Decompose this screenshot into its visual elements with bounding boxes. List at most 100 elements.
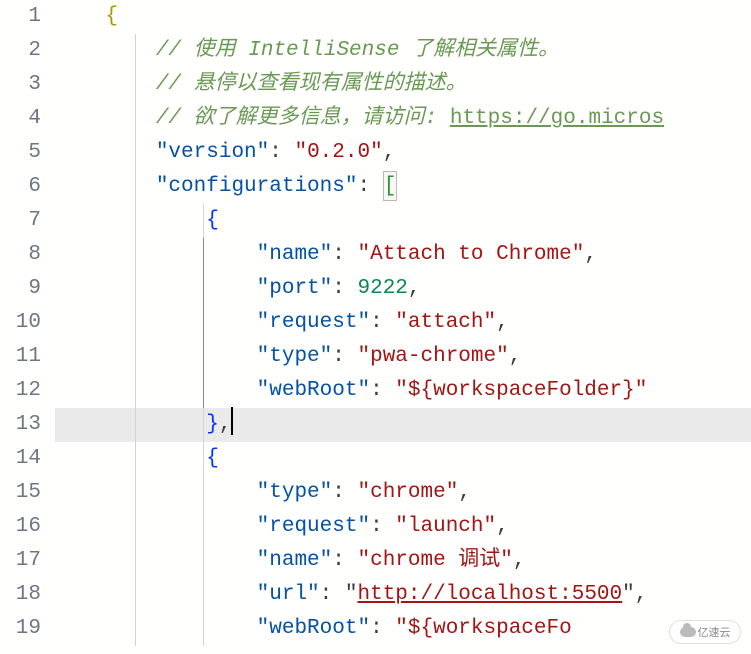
- watermark-text: 亿速云: [698, 624, 731, 640]
- line-number: 11: [0, 340, 41, 374]
- code-text: "url": "http://localhost:5500",: [55, 583, 647, 606]
- code-line[interactable]: "version": "0.2.0",: [55, 136, 751, 170]
- token-brace: {: [206, 209, 219, 232]
- token-string: "${workspaceFolder}": [395, 379, 647, 402]
- line-number: 19: [0, 612, 41, 646]
- indent-guide: [135, 510, 136, 544]
- code-line[interactable]: "url": "http://localhost:5500",: [55, 578, 751, 612]
- token-comment: // 使用 IntelliSense 了解相关属性。: [156, 39, 559, 62]
- line-number: 17: [0, 544, 41, 578]
- line-number: 4: [0, 102, 41, 136]
- indent-guide: [203, 476, 204, 510]
- token-comment: // 欲了解更多信息，请访问:: [156, 107, 450, 130]
- code-text: "type": "chrome",: [55, 481, 471, 504]
- line-number: 12: [0, 374, 41, 408]
- indent-guide: [135, 306, 136, 340]
- token-colon: :: [370, 515, 395, 538]
- code-line[interactable]: "request": "attach",: [55, 306, 751, 340]
- indent-guide: [135, 238, 136, 272]
- line-number: 15: [0, 476, 41, 510]
- code-area[interactable]: { // 使用 IntelliSense 了解相关属性。 // 悬停以查看现有属…: [55, 0, 751, 654]
- code-line[interactable]: // 悬停以查看现有属性的描述。: [55, 68, 751, 102]
- code-editor[interactable]: 12345678910111213141516171819 { // 使用 In…: [0, 0, 751, 654]
- line-number: 5: [0, 136, 41, 170]
- token-key: "name": [257, 243, 333, 266]
- code-text: "name": "Attach to Chrome",: [55, 243, 597, 266]
- token-brace: }: [206, 413, 219, 436]
- token-key: "name": [257, 549, 333, 572]
- token-key: "configurations": [156, 175, 358, 198]
- code-text: },: [55, 413, 233, 436]
- token-string: "chrome": [357, 481, 458, 504]
- code-line[interactable]: {: [55, 204, 751, 238]
- code-line[interactable]: "webRoot": "${workspaceFo: [55, 612, 751, 646]
- token-brace: {: [206, 447, 219, 470]
- token-key: "webRoot": [257, 617, 370, 640]
- token-url: https://go.micros: [450, 107, 664, 130]
- indent-guide: [203, 510, 204, 544]
- indent-guide: [203, 272, 204, 306]
- token-key: "type": [257, 481, 333, 504]
- code-line[interactable]: "port": 9222,: [55, 272, 751, 306]
- indent-guide: [135, 136, 136, 170]
- code-line[interactable]: {: [55, 0, 751, 34]
- code-line[interactable]: "name": "Attach to Chrome",: [55, 238, 751, 272]
- token-colon: :: [370, 617, 395, 640]
- code-line[interactable]: "request": "launch",: [55, 510, 751, 544]
- token-colon: :: [357, 175, 382, 198]
- token-quote: ": [345, 583, 358, 606]
- indent-guide: [203, 340, 204, 374]
- code-text: "request": "launch",: [55, 515, 509, 538]
- code-line[interactable]: "webRoot": "${workspaceFolder}": [55, 374, 751, 408]
- line-number: 2: [0, 34, 41, 68]
- text-cursor: [231, 407, 233, 435]
- code-line[interactable]: "type": "pwa-chrome",: [55, 340, 751, 374]
- indent-guide: [203, 578, 204, 612]
- token-url-string: http://localhost:5500: [357, 583, 622, 606]
- code-text: // 欲了解更多信息，请访问: https://go.micros: [55, 107, 664, 130]
- indent-guide: [135, 442, 136, 476]
- code-line[interactable]: "type": "chrome",: [55, 476, 751, 510]
- token-colon: :: [332, 277, 357, 300]
- line-number: 6: [0, 170, 41, 204]
- code-line[interactable]: "name": "chrome 调试",: [55, 544, 751, 578]
- indent-guide: [135, 170, 136, 204]
- token-key: "version": [156, 141, 269, 164]
- code-line[interactable]: "configurations": [: [55, 170, 751, 204]
- indent-guide: [135, 340, 136, 374]
- token-colon: :: [370, 379, 395, 402]
- token-string: "pwa-chrome": [357, 345, 508, 368]
- token-key: "request": [257, 515, 370, 538]
- indent-guide: [135, 102, 136, 136]
- indent-guide: [135, 578, 136, 612]
- indent-guide: [203, 544, 204, 578]
- token-colon: :: [370, 311, 395, 334]
- code-text: "webRoot": "${workspaceFolder}": [55, 379, 647, 402]
- code-line[interactable]: {: [55, 442, 751, 476]
- watermark-badge: 亿速云: [669, 620, 741, 644]
- token-comma: ,: [496, 311, 509, 334]
- line-number: 10: [0, 306, 41, 340]
- indent-guide: [135, 272, 136, 306]
- indent-guide: [135, 204, 136, 238]
- token-brace-yellow: {: [105, 5, 118, 28]
- indent-guide: [135, 544, 136, 578]
- token-colon: :: [332, 549, 357, 572]
- token-string: "launch": [395, 515, 496, 538]
- token-comma: ,: [584, 243, 597, 266]
- token-string: "0.2.0": [294, 141, 382, 164]
- code-line[interactable]: // 使用 IntelliSense 了解相关属性。: [55, 34, 751, 68]
- token-colon: :: [332, 243, 357, 266]
- token-key: "request": [257, 311, 370, 334]
- indent-guide: [203, 442, 204, 476]
- code-line[interactable]: },: [55, 408, 751, 442]
- indent-guide: [135, 612, 136, 646]
- indent-guide: [203, 408, 204, 442]
- code-line[interactable]: // 欲了解更多信息，请访问: https://go.micros: [55, 102, 751, 136]
- indent-guide: [203, 204, 204, 238]
- line-number: 3: [0, 68, 41, 102]
- code-text: {: [55, 447, 219, 470]
- line-number: 7: [0, 204, 41, 238]
- token-key: "type": [257, 345, 333, 368]
- token-string: "${workspaceFo: [395, 617, 571, 640]
